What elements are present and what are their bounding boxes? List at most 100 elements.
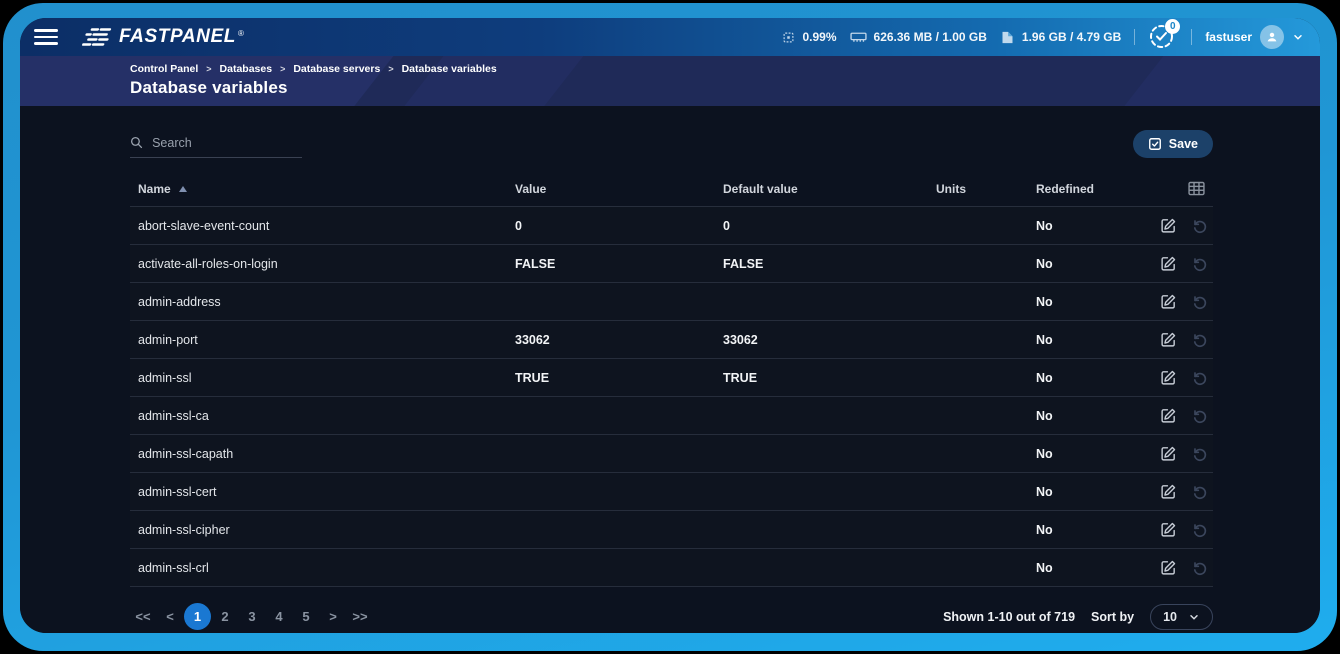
brand-logo[interactable]: FASTPANEL ® (84, 26, 244, 48)
page-prev-button[interactable]: < (157, 603, 183, 630)
cell-name: admin-address (130, 295, 515, 309)
cell-name: admin-ssl-ca (130, 409, 515, 423)
page-button-5[interactable]: 5 (293, 603, 319, 630)
table-body: abort-slave-event-count 0 0 No activate-… (130, 207, 1213, 587)
cell-actions (1148, 293, 1213, 310)
cell-name: admin-ssl-crl (130, 561, 515, 575)
toolbar: Save (130, 130, 1213, 158)
table-row: admin-ssl TRUE TRUE No (130, 359, 1213, 397)
notifications-button[interactable]: 0 (1148, 23, 1178, 51)
table-row: abort-slave-event-count 0 0 No (130, 207, 1213, 245)
reset-icon[interactable] (1192, 256, 1208, 272)
column-settings-button[interactable] (1148, 181, 1213, 196)
column-label: Name (138, 182, 171, 196)
page-title: Database variables (130, 78, 1320, 98)
reset-icon[interactable] (1192, 332, 1208, 348)
page-size-select[interactable]: 10 (1150, 604, 1213, 630)
page-last-button[interactable]: >> (347, 603, 373, 630)
save-label: Save (1169, 137, 1198, 151)
reset-icon[interactable] (1192, 446, 1208, 462)
edit-icon[interactable] (1160, 521, 1177, 538)
search-input[interactable] (152, 136, 302, 150)
save-button[interactable]: Save (1133, 130, 1213, 158)
edit-icon[interactable] (1160, 445, 1177, 462)
column-header-default-value: Default value (723, 182, 936, 196)
avatar (1260, 25, 1284, 49)
edit-icon[interactable] (1160, 407, 1177, 424)
reset-icon[interactable] (1192, 370, 1208, 386)
cpu-stat: 0.99% (781, 30, 837, 45)
breadcrumb-database-variables[interactable]: Database variables (402, 63, 497, 75)
reset-icon[interactable] (1192, 408, 1208, 424)
cell-actions (1148, 445, 1213, 462)
column-header-value: Value (515, 182, 723, 196)
edit-icon[interactable] (1160, 559, 1177, 576)
page-button-2[interactable]: 2 (212, 603, 238, 630)
table-row: admin-ssl-ca No (130, 397, 1213, 435)
table-row: admin-port 33062 33062 No (130, 321, 1213, 359)
page-first-button[interactable]: << (130, 603, 156, 630)
table-row: admin-ssl-cipher No (130, 511, 1213, 549)
chevron-down-icon (1292, 31, 1304, 43)
cell-actions (1148, 369, 1213, 386)
reset-icon[interactable] (1192, 522, 1208, 538)
search-field[interactable] (130, 135, 302, 158)
cell-actions (1148, 407, 1213, 424)
page-size-value: 10 (1163, 610, 1177, 624)
cell-redefined: No (1036, 257, 1148, 271)
topbar: FASTPANEL ® 0.99% 626.36 MB / 1.00 (20, 18, 1320, 56)
user-menu[interactable]: fastuser (1205, 25, 1304, 49)
edit-icon[interactable] (1160, 255, 1177, 272)
cell-redefined: No (1036, 371, 1148, 385)
table-row: activate-all-roles-on-login FALSE FALSE … (130, 245, 1213, 283)
table-footer: << < 1 2 3 4 5 > >> Shown 1-10 out of 71… (130, 603, 1213, 630)
cell-value: 0 (515, 219, 723, 233)
table-row: admin-address No (130, 283, 1213, 321)
edit-icon[interactable] (1160, 331, 1177, 348)
cell-default-value: 0 (723, 219, 936, 233)
breadcrumb-separator: > (280, 64, 285, 74)
topbar-divider (1191, 29, 1192, 45)
breadcrumb-control-panel[interactable]: Control Panel (130, 63, 198, 75)
sort-by-label: Sort by (1091, 610, 1134, 624)
breadcrumb-separator: > (388, 64, 393, 74)
cell-actions (1148, 217, 1213, 234)
reset-icon[interactable] (1192, 218, 1208, 234)
reset-icon[interactable] (1192, 294, 1208, 310)
column-header-redefined: Redefined (1036, 182, 1148, 196)
ram-value: 626.36 MB / 1.00 GB (874, 30, 987, 44)
reset-icon[interactable] (1192, 560, 1208, 576)
page-next-button[interactable]: > (320, 603, 346, 630)
page-button-1[interactable]: 1 (184, 603, 211, 630)
page-button-3[interactable]: 3 (239, 603, 265, 630)
cell-redefined: No (1036, 295, 1148, 309)
reset-icon[interactable] (1192, 484, 1208, 500)
edit-icon[interactable] (1160, 483, 1177, 500)
edit-icon[interactable] (1160, 369, 1177, 386)
edit-icon[interactable] (1160, 217, 1177, 234)
sort-asc-icon (179, 186, 187, 192)
disk-value: 1.96 GB / 4.79 GB (1022, 30, 1121, 44)
page-button-4[interactable]: 4 (266, 603, 292, 630)
edit-icon[interactable] (1160, 293, 1177, 310)
ram-stat: 626.36 MB / 1.00 GB (850, 30, 987, 44)
breadcrumb-database-servers[interactable]: Database servers (293, 63, 380, 75)
column-header-name[interactable]: Name (130, 182, 515, 196)
cell-redefined: No (1036, 561, 1148, 575)
save-icon (1148, 137, 1162, 151)
breadcrumb-databases[interactable]: Databases (220, 63, 273, 75)
ram-icon (850, 31, 867, 44)
cell-name: admin-ssl (130, 371, 515, 385)
cell-redefined: No (1036, 219, 1148, 233)
variables-table: Name Value Default value Units Redefined (130, 171, 1213, 587)
registered-mark: ® (238, 29, 244, 38)
cell-actions (1148, 521, 1213, 538)
chevron-down-icon (1188, 611, 1200, 623)
menu-icon[interactable] (34, 29, 58, 45)
cpu-value: 0.99% (803, 30, 837, 44)
cell-actions (1148, 255, 1213, 272)
cell-redefined: No (1036, 485, 1148, 499)
footer-right: Shown 1-10 out of 719 Sort by 10 (943, 604, 1213, 630)
topbar-divider (1134, 29, 1135, 45)
cell-actions (1148, 331, 1213, 348)
